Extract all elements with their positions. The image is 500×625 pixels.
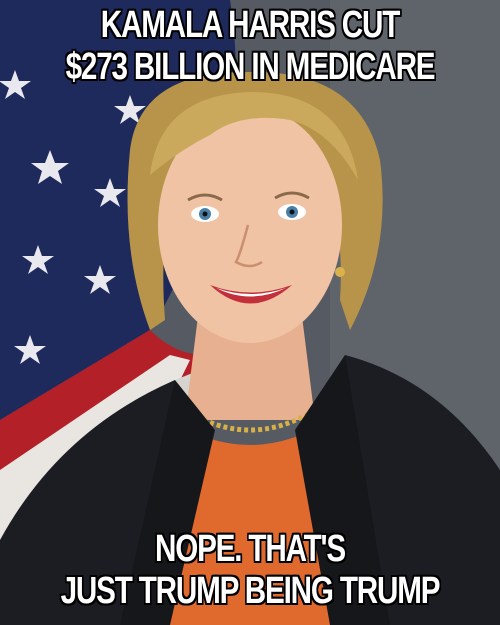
bottom-caption-line-1: NOPE. THAT'S [154,527,347,571]
top-caption: KAMALA HARRIS CUT $273 BILLION IN MEDICA… [55,3,445,89]
meme-image: KAMALA HARRIS CUT $273 BILLION IN MEDICA… [0,0,500,625]
bottom-caption-line-2: JUST TRUMP BEING TRUMP [60,569,442,613]
top-caption-line-2: $273 BILLION IN MEDICARE [65,45,437,89]
top-caption-line-1: KAMALA HARRIS CUT [100,3,401,47]
bottom-caption: NOPE. THAT'S JUST TRUMP BEING TRUMP [55,527,445,613]
